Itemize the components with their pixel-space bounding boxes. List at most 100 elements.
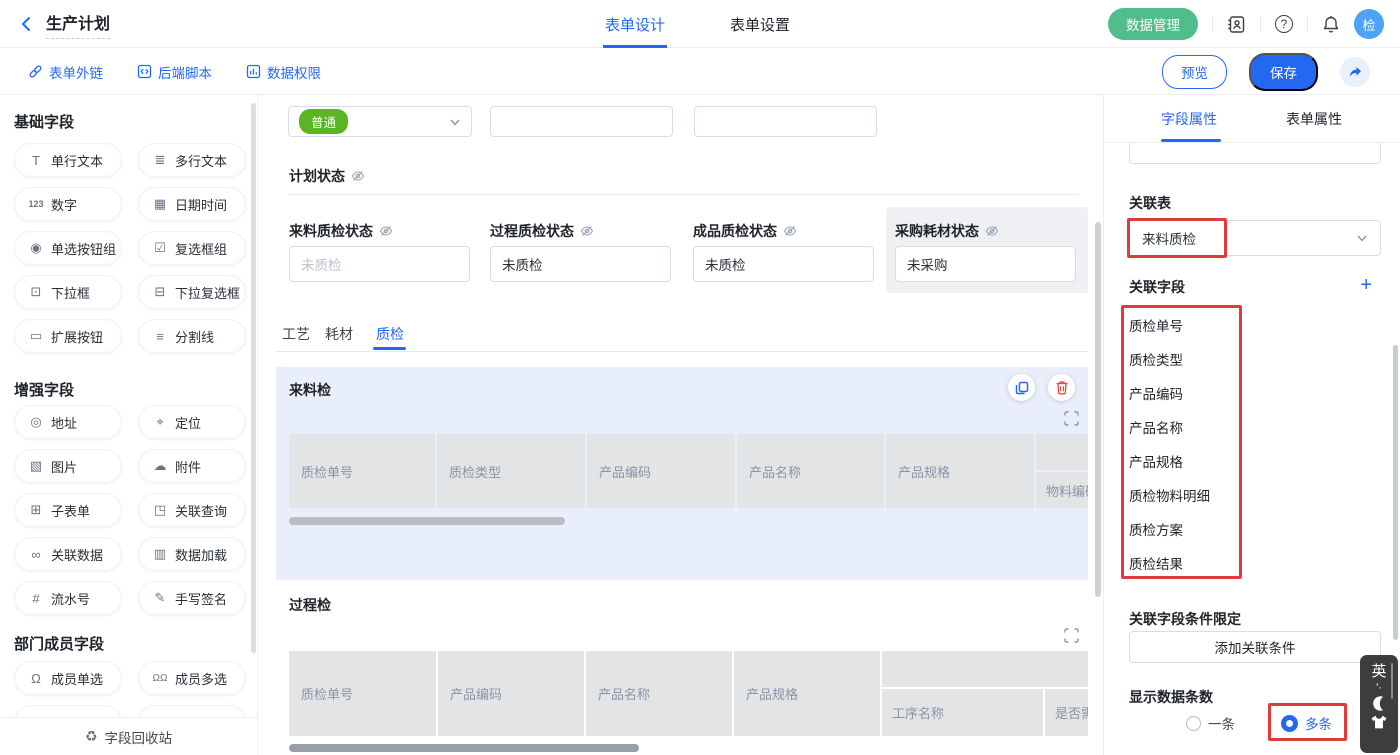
- address-book-icon[interactable]: [1227, 15, 1246, 34]
- field-item-image[interactable]: ▧图片: [14, 449, 122, 483]
- related-field-item[interactable]: 质检结果: [1124, 546, 1239, 580]
- field-item-multi-line-text[interactable]: ≣多行文本: [138, 143, 246, 177]
- copy-section-button[interactable]: [1008, 374, 1035, 401]
- incoming-inspection-section[interactable]: 来料检 质检单号 质检类型 产品编码 产品名称 产品规格 物料编码: [276, 367, 1088, 580]
- trash-icon: [1055, 380, 1069, 395]
- ime-status-widget[interactable]: 英 ’·: [1360, 655, 1398, 753]
- field-item-member-multi[interactable]: ΩΩ成员多选: [138, 661, 246, 695]
- process-inspection-section[interactable]: 过程检 质检单号 产品编码 产品名称 产品规格 工序名称 是否需要: [276, 580, 1088, 755]
- field-item-single-line-text[interactable]: T单行文本: [14, 143, 122, 177]
- purchase-material-status-input[interactable]: 未采购: [895, 246, 1076, 282]
- notification-bell-icon[interactable]: [1322, 15, 1340, 34]
- empty-input-1[interactable]: [490, 106, 673, 137]
- partial-input[interactable]: [1129, 143, 1381, 164]
- back-icon[interactable]: [18, 15, 36, 33]
- expand-brackets-icon[interactable]: [1064, 628, 1079, 643]
- expand-brackets-icon[interactable]: [1064, 411, 1079, 426]
- panel-scrollbar[interactable]: [1393, 345, 1398, 640]
- horizontal-scrollbar[interactable]: [289, 517, 565, 525]
- multi-line-text-icon: ≣: [152, 152, 168, 168]
- empty-input-2[interactable]: [694, 106, 877, 137]
- radio-selected-icon: [1281, 715, 1298, 732]
- delete-section-button[interactable]: [1048, 374, 1075, 401]
- data-manage-button[interactable]: 数据管理: [1108, 8, 1198, 40]
- level-select[interactable]: 普通: [288, 106, 472, 137]
- active-tab-underline: [603, 45, 667, 48]
- add-condition-button[interactable]: 添加关联条件: [1129, 631, 1381, 663]
- related-query-icon: ◳: [152, 502, 168, 518]
- horizontal-scrollbar[interactable]: [289, 744, 639, 752]
- incoming-qc-status-label: 来料质检状态: [289, 221, 393, 241]
- field-item-datetime[interactable]: ▦日期时间: [138, 187, 246, 221]
- plan-status-field[interactable]: 计划状态: [289, 166, 365, 186]
- field-item-subform[interactable]: ⊞子表单: [14, 493, 122, 527]
- tab-craft[interactable]: 工艺: [282, 324, 310, 344]
- field-item-number[interactable]: 123数字: [14, 187, 122, 221]
- section-divider: [289, 194, 1078, 195]
- finished-qc-status-input[interactable]: 未质检: [693, 246, 874, 282]
- divider-lines-icon: ≡: [152, 329, 168, 344]
- field-item-attachment[interactable]: ☁附件: [138, 449, 246, 483]
- tab-form-properties[interactable]: 表单属性: [1286, 95, 1342, 142]
- avatar[interactable]: 检: [1354, 9, 1384, 39]
- field-item-serial-number[interactable]: #流水号: [14, 581, 122, 615]
- save-button[interactable]: 保存: [1249, 53, 1318, 91]
- radio-unselected-icon: [1186, 716, 1201, 731]
- data-permission-button[interactable]: 数据权限: [246, 62, 321, 82]
- ime-punctuation-indicator[interactable]: ’·: [1376, 684, 1382, 692]
- tab-field-properties[interactable]: 字段属性: [1161, 95, 1217, 142]
- incoming-qc-status-input[interactable]: 未质检: [289, 246, 470, 282]
- finished-qc-status-label: 成品质检状态: [693, 221, 797, 241]
- process-qc-status-input[interactable]: 未质检: [490, 246, 671, 282]
- field-library-sidebar: 基础字段 T单行文本 ≣多行文本 123数字 ▦日期时间 ◉单选按钮组 ☑复选框…: [0, 95, 258, 755]
- page-title[interactable]: 生产计划: [46, 10, 110, 39]
- field-item-data-load[interactable]: ▥数据加载: [138, 537, 246, 571]
- process-section-title: 过程检: [289, 595, 331, 615]
- field-item-member-single[interactable]: Ω成员单选: [14, 661, 122, 695]
- related-field-item[interactable]: 质检物料明细: [1124, 478, 1239, 512]
- field-item-radio-group[interactable]: ◉单选按钮组: [14, 231, 122, 265]
- backend-script-button[interactable]: 后端脚本: [137, 62, 212, 82]
- share-arrow-icon: [1347, 64, 1363, 80]
- tab-quality[interactable]: 质检: [376, 324, 404, 344]
- eye-off-icon: [783, 224, 797, 238]
- serial-icon: #: [28, 591, 44, 606]
- tab-material[interactable]: 耗材: [325, 324, 353, 344]
- related-field-item[interactable]: 质检方案: [1124, 512, 1239, 546]
- sidebar-scrollbar[interactable]: [251, 103, 256, 653]
- ime-drag-handle[interactable]: [1391, 663, 1393, 699]
- external-link-button[interactable]: 表单外链: [28, 62, 103, 82]
- field-item-multi-dropdown[interactable]: ⊟下拉复选框: [138, 275, 246, 309]
- tab-form-settings[interactable]: 表单设置: [730, 0, 790, 48]
- help-icon[interactable]: ?: [1275, 15, 1293, 33]
- field-item-geolocation[interactable]: ⌖定位: [138, 405, 246, 439]
- related-field-item[interactable]: 产品规格: [1124, 444, 1239, 478]
- moon-icon[interactable]: [1371, 695, 1388, 712]
- chart-doc-icon: [246, 64, 261, 79]
- incoming-section-title: 来料检: [289, 380, 331, 400]
- field-item-dropdown[interactable]: ⊡下拉框: [14, 275, 122, 309]
- share-button[interactable]: [1340, 57, 1370, 87]
- tab-form-design[interactable]: 表单设计: [605, 0, 665, 48]
- related-table-select[interactable]: 来料质检: [1129, 220, 1381, 256]
- radio-option-single[interactable]: 一条: [1186, 713, 1235, 733]
- add-field-icon[interactable]: +: [1360, 277, 1372, 293]
- canvas-scrollbar[interactable]: [1095, 222, 1101, 597]
- divider: [1260, 17, 1261, 31]
- related-field-item[interactable]: 质检单号: [1124, 308, 1239, 342]
- field-item-checkbox-group[interactable]: ☑复选框组: [138, 231, 246, 265]
- field-item-extend-button[interactable]: ▭扩展按钮: [14, 319, 122, 353]
- field-item-address[interactable]: ◎地址: [14, 405, 122, 439]
- field-item-divider[interactable]: ≡分割线: [138, 319, 246, 353]
- field-item-signature[interactable]: ✎手写签名: [138, 581, 246, 615]
- field-item-related-query[interactable]: ◳关联查询: [138, 493, 246, 527]
- related-field-item[interactable]: 质检类型: [1124, 342, 1239, 376]
- preview-button[interactable]: 预览: [1162, 55, 1227, 89]
- field-recycle-bin[interactable]: ♻ 字段回收站: [0, 717, 257, 755]
- radio-option-multiple[interactable]: 多条: [1281, 713, 1332, 733]
- ime-language-indicator[interactable]: 英: [1371, 660, 1386, 681]
- shirt-skin-icon[interactable]: [1371, 715, 1387, 729]
- field-item-related-data[interactable]: ∞关联数据: [14, 537, 122, 571]
- related-field-item[interactable]: 产品编码: [1124, 376, 1239, 410]
- related-field-item[interactable]: 产品名称: [1124, 410, 1239, 444]
